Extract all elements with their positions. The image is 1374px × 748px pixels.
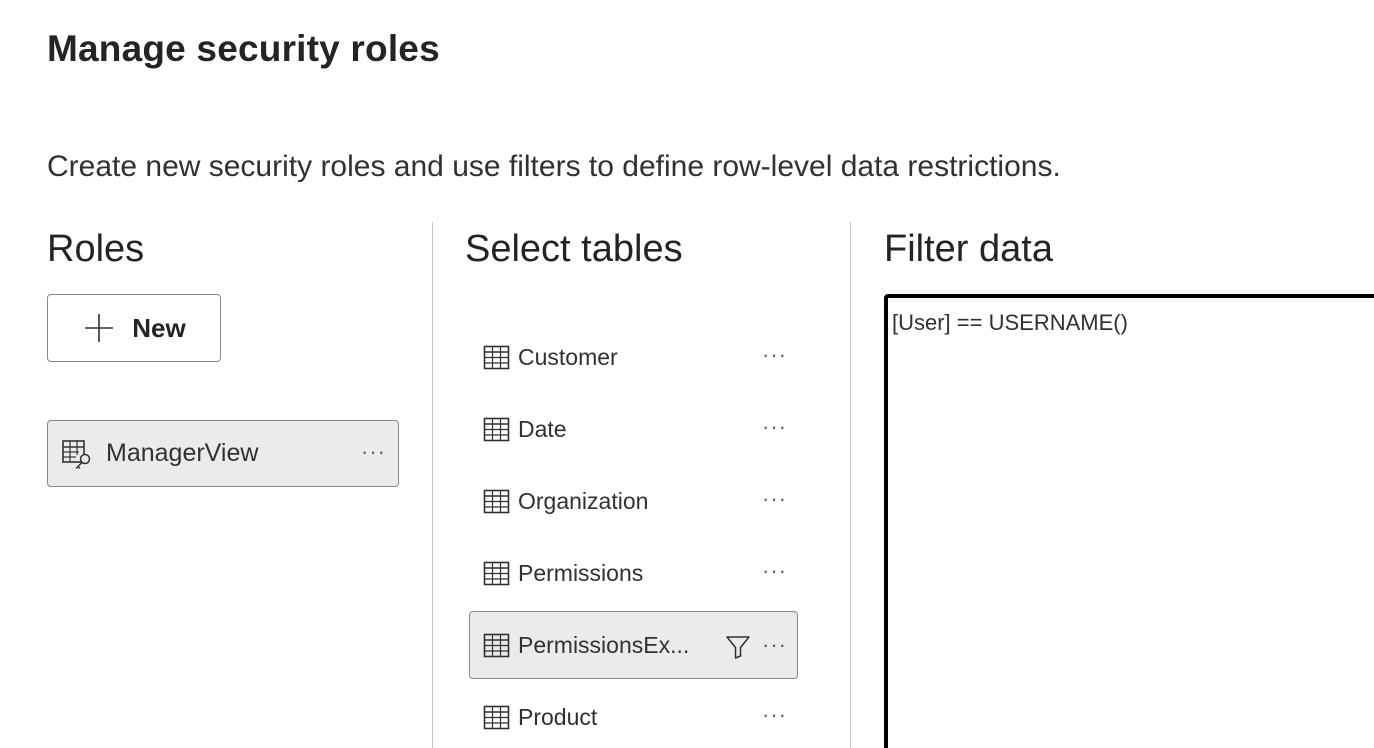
table-item-customer[interactable]: Customer ··· [469, 321, 798, 393]
manage-security-roles-dialog: Manage security roles Create new securit… [0, 0, 1374, 748]
table-more-options-icon[interactable]: ··· [762, 412, 787, 442]
table-item-organization[interactable]: Organization ··· [469, 465, 798, 537]
table-icon [483, 633, 510, 657]
table-list: Customer ··· Date ··· Organization ··· P… [469, 321, 799, 748]
role-item-managerview[interactable]: ManagerView ··· [47, 420, 399, 487]
table-item-label: Permissions [518, 559, 644, 586]
roles-heading: Roles [47, 228, 145, 270]
role-item-label: ManagerView [106, 439, 259, 467]
column-divider [432, 222, 433, 748]
table-item-label: Customer [518, 343, 618, 370]
table-icon [483, 489, 510, 513]
select-tables-heading: Select tables [465, 228, 683, 270]
filter-data-heading: Filter data [884, 228, 1053, 270]
new-role-button-label: New [132, 312, 186, 343]
table-key-icon [62, 439, 91, 469]
dax-filter-expression[interactable]: [User] == USERNAME() [892, 310, 1374, 336]
table-more-options-icon[interactable]: ··· [762, 556, 787, 586]
table-more-options-icon[interactable]: ··· [762, 630, 787, 660]
table-icon [483, 345, 510, 369]
page-title: Manage security roles [47, 28, 440, 69]
role-more-options-icon[interactable]: ··· [361, 437, 386, 467]
table-item-label: Organization [518, 487, 649, 514]
plus-icon [85, 314, 114, 342]
filter-icon [726, 636, 750, 659]
table-icon [483, 705, 510, 729]
page-subtitle: Create new security roles and use filter… [47, 150, 1061, 183]
table-more-options-icon[interactable]: ··· [762, 340, 787, 370]
table-item-date[interactable]: Date ··· [469, 393, 798, 465]
table-more-options-icon[interactable]: ··· [762, 700, 787, 730]
table-item-permissions[interactable]: Permissions ··· [469, 537, 798, 609]
table-more-options-icon[interactable]: ··· [762, 484, 787, 514]
table-item-label: Date [518, 415, 567, 442]
table-item-label: Product [518, 703, 598, 730]
column-divider [850, 222, 851, 748]
table-icon [483, 561, 510, 585]
table-item-product[interactable]: Product ··· [469, 681, 798, 748]
dax-filter-editor[interactable]: [User] == USERNAME() [884, 294, 1374, 748]
table-icon [483, 417, 510, 441]
table-item-permissionsex[interactable]: PermissionsEx... ··· [469, 611, 798, 679]
new-role-button[interactable]: New [47, 294, 221, 362]
table-item-label: PermissionsEx... [518, 631, 690, 658]
